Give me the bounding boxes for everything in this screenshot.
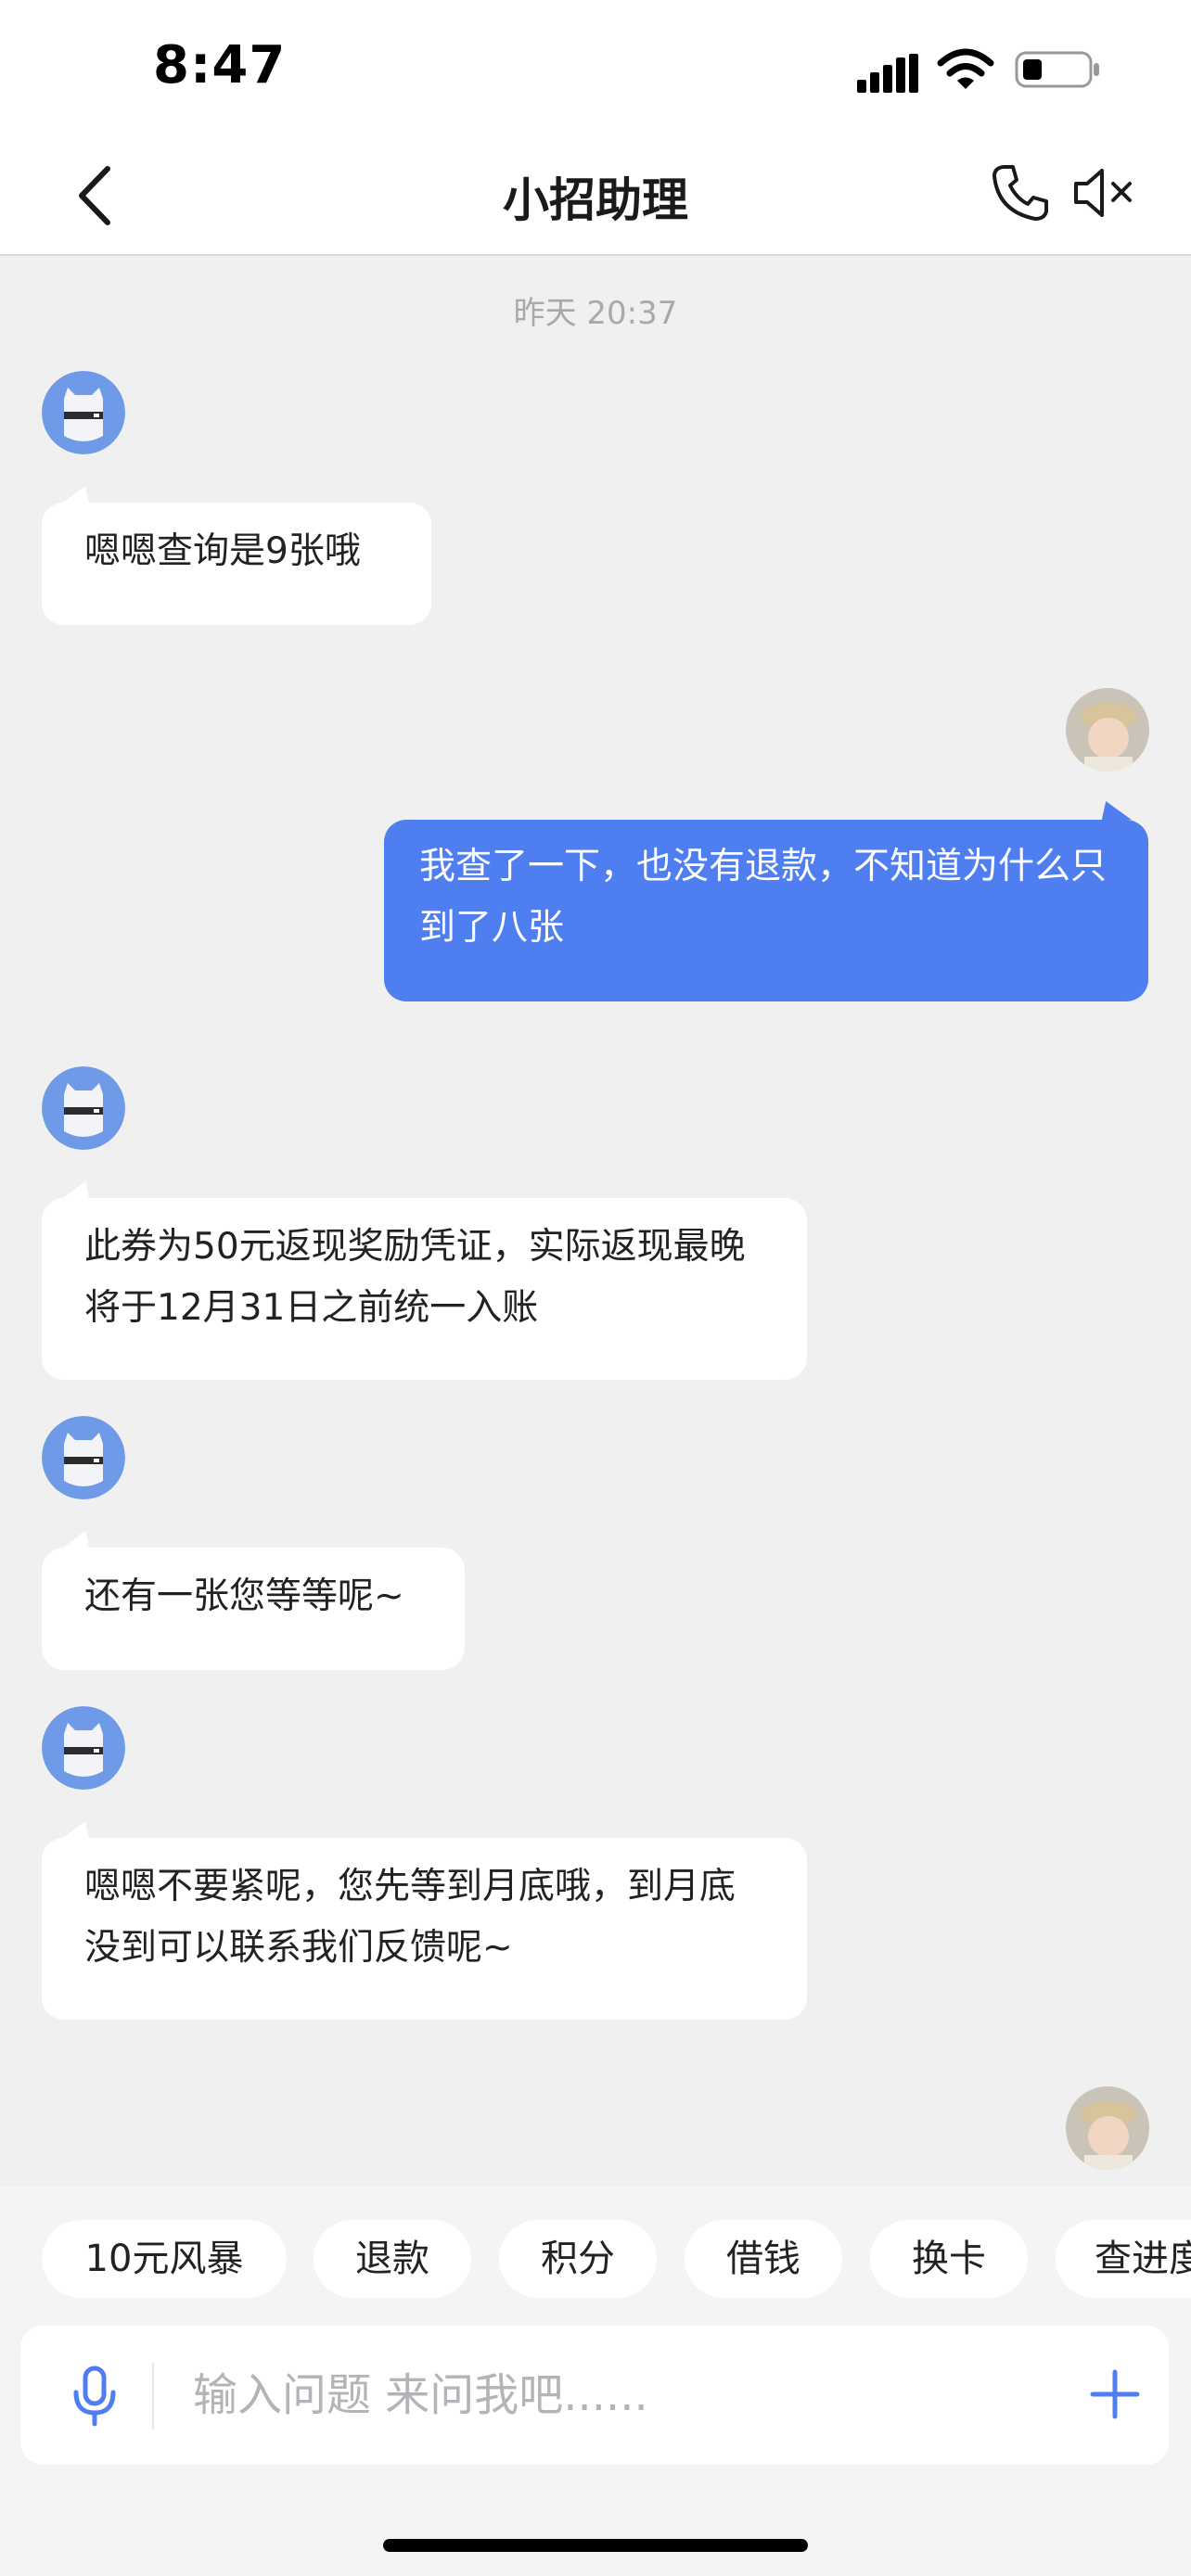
user-avatar[interactable] xyxy=(1066,2086,1149,2170)
quick-reply-bar: 10元风暴 退款 积分 借钱 换卡 查进度 xyxy=(0,2187,1191,2326)
quick-reply-chip[interactable]: 换卡 xyxy=(870,2220,1028,2298)
quick-reply-chip[interactable]: 积分 xyxy=(499,2220,657,2298)
robot-cat-icon xyxy=(42,1416,125,1499)
outgoing-message: 我查了一下，也没有退款，不知道为什么只到了八张 xyxy=(384,820,1148,1001)
quick-reply-chip[interactable]: 10元风暴 xyxy=(42,2220,287,2298)
incoming-message: 还有一张您等等呢~ xyxy=(42,1548,465,1670)
bot-avatar[interactable] xyxy=(42,371,125,454)
nav-bar: 小招助理 xyxy=(0,139,1191,256)
quick-reply-chip[interactable]: 查进度 xyxy=(1056,2220,1191,2298)
bot-avatar[interactable] xyxy=(42,1066,125,1150)
robot-cat-icon xyxy=(42,1706,125,1790)
speaker-mute-icon[interactable] xyxy=(1072,165,1137,221)
incoming-message: 嗯嗯查询是9张哦 xyxy=(42,503,431,625)
microphone-icon[interactable] xyxy=(67,2365,122,2429)
incoming-message: 此券为50元返现奖励凭证，实际返现最晚将于12月31日之前统一入账 xyxy=(42,1198,807,1380)
incoming-message: 嗯嗯不要紧呢，您先等到月底哦，到月底没到可以联系我们反馈呢~ xyxy=(42,1838,807,2020)
bot-avatar[interactable] xyxy=(42,1416,125,1499)
battery-icon xyxy=(1015,51,1099,88)
user-avatar[interactable] xyxy=(1066,688,1149,772)
status-time: 8:47 xyxy=(153,35,287,96)
cellular-signal-icon xyxy=(857,54,918,93)
quick-reply-chip[interactable]: 借钱 xyxy=(685,2220,842,2298)
phone-call-icon[interactable] xyxy=(991,163,1050,223)
robot-cat-icon xyxy=(42,1066,125,1150)
quick-reply-chip[interactable]: 退款 xyxy=(314,2220,471,2298)
baby-photo-icon xyxy=(1066,688,1149,772)
chat-timestamp: 昨天 20:37 xyxy=(513,295,678,332)
plus-icon[interactable] xyxy=(1087,2366,1143,2422)
message-input-box[interactable]: 输入问题 来问我吧...... xyxy=(20,2326,1169,2465)
input-divider xyxy=(152,2363,154,2429)
status-bar: 8:47 xyxy=(0,0,1191,139)
home-indicator[interactable] xyxy=(383,2539,808,2552)
wifi-icon xyxy=(937,48,994,89)
bot-avatar[interactable] xyxy=(42,1706,125,1790)
baby-photo-icon xyxy=(1066,2086,1149,2170)
message-input[interactable]: 输入问题 来问我吧...... xyxy=(193,2326,648,2465)
robot-cat-icon xyxy=(42,371,125,454)
